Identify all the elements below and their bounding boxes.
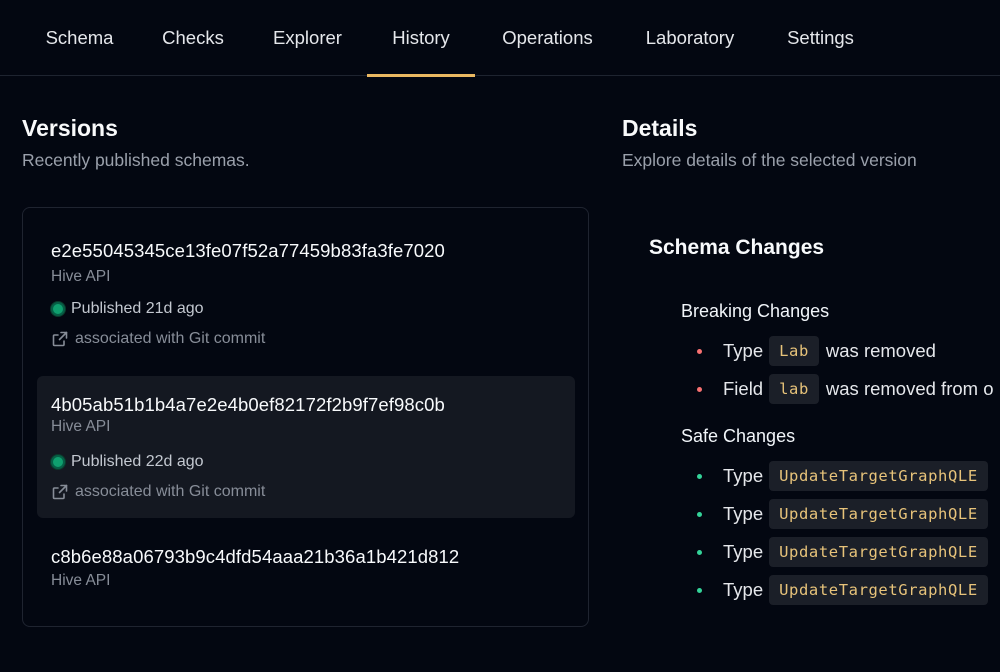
versions-list: e2e55045345ce13fe07f52a77459b83fa3fe7020… (22, 207, 589, 627)
change-code: UpdateTargetGraphQLE (769, 575, 988, 605)
safe-bullet-icon (697, 473, 702, 479)
tab-operations[interactable]: Operations (484, 0, 611, 76)
tab-settings[interactable]: Settings (770, 0, 871, 76)
safe-bullet-icon (697, 587, 702, 593)
external-link-icon (52, 484, 68, 500)
git-commit-text: associated with Git commit (75, 330, 266, 347)
tab-checks[interactable]: Checks (146, 0, 240, 76)
change-prefix: Type (723, 541, 764, 562)
details-title: Details (622, 115, 698, 141)
tab-explorer[interactable]: Explorer (256, 0, 359, 76)
git-commit-text: associated with Git commit (75, 483, 266, 500)
version-status: Published 22d ago (51, 453, 204, 471)
safe-changes-title: Safe Changes (681, 426, 796, 446)
breaking-bullet-icon (697, 386, 702, 392)
change-code: UpdateTargetGraphQLE (769, 537, 988, 567)
version-status-text: Published 22d ago (71, 453, 204, 470)
details-subtitle: Explore details of the selected version (622, 150, 917, 170)
version-status: Published 21d ago (51, 300, 204, 318)
versions-title: Versions (22, 115, 118, 141)
change-suffix: was removed (825, 340, 936, 361)
change-prefix: Type (723, 579, 764, 600)
git-commit-link[interactable]: associated with Git commit (51, 483, 265, 501)
tab-history[interactable]: History (367, 0, 475, 77)
version-project: Hive API (51, 418, 111, 435)
change-code: lab (769, 374, 819, 404)
change-prefix: Type (723, 503, 764, 524)
tab-laboratory[interactable]: Laboratory (627, 0, 753, 76)
versions-subtitle: Recently published schemas. (22, 150, 250, 170)
git-commit-link[interactable]: associated with Git commit (51, 330, 265, 348)
version-hash: c8b6e88a06793b9c4dfd54aaa21b36a1b421d812 (51, 546, 460, 567)
change-prefix: Type (723, 340, 764, 361)
safe-change-item: Type UpdateTargetGraphQLE (697, 460, 995, 492)
top-navigation: Schema Checks Explorer History Operation… (0, 0, 1000, 77)
published-status-dot-icon (51, 455, 65, 469)
tab-schema[interactable]: Schema (28, 0, 131, 76)
safe-bullet-icon (697, 549, 702, 555)
breaking-bullet-icon (697, 348, 702, 354)
external-link-icon (52, 331, 68, 347)
safe-change-item: Type UpdateTargetGraphQLE (697, 536, 995, 568)
version-hash: 4b05ab51b1b4a7e2e4b0ef82172f2b9f7ef98c0b (51, 394, 445, 415)
version-item[interactable]: c8b6e88a06793b9c4dfd54aaa21b36a1b421d812… (37, 530, 575, 672)
version-hash: e2e55045345ce13fe07f52a77459b83fa3fe7020 (51, 240, 445, 261)
schema-changes-title: Schema Changes (649, 236, 825, 259)
breaking-change-item: Type Lab was removed (697, 335, 936, 367)
safe-change-item: Type UpdateTargetGraphQLE (697, 498, 995, 530)
version-project: Hive API (51, 572, 111, 589)
version-item[interactable]: e2e55045345ce13fe07f52a77459b83fa3fe7020… (37, 222, 575, 364)
version-item-selected[interactable]: 4b05ab51b1b4a7e2e4b0ef82172f2b9f7ef98c0b… (37, 376, 575, 518)
change-suffix: was removed from o (825, 378, 994, 399)
change-code: UpdateTargetGraphQLE (769, 461, 988, 491)
change-prefix: Type (723, 465, 764, 486)
safe-change-item: Type UpdateTargetGraphQLE (697, 574, 995, 606)
change-code: UpdateTargetGraphQLE (769, 499, 988, 529)
breaking-changes-title: Breaking Changes (681, 301, 830, 321)
breaking-change-item: Field lab was removed from o (697, 373, 994, 405)
change-prefix: Field (723, 378, 764, 399)
published-status-dot-icon (51, 302, 65, 316)
safe-bullet-icon (697, 511, 702, 517)
version-status-text: Published 21d ago (71, 300, 204, 317)
change-code: Lab (769, 336, 819, 366)
version-project: Hive API (51, 268, 111, 285)
